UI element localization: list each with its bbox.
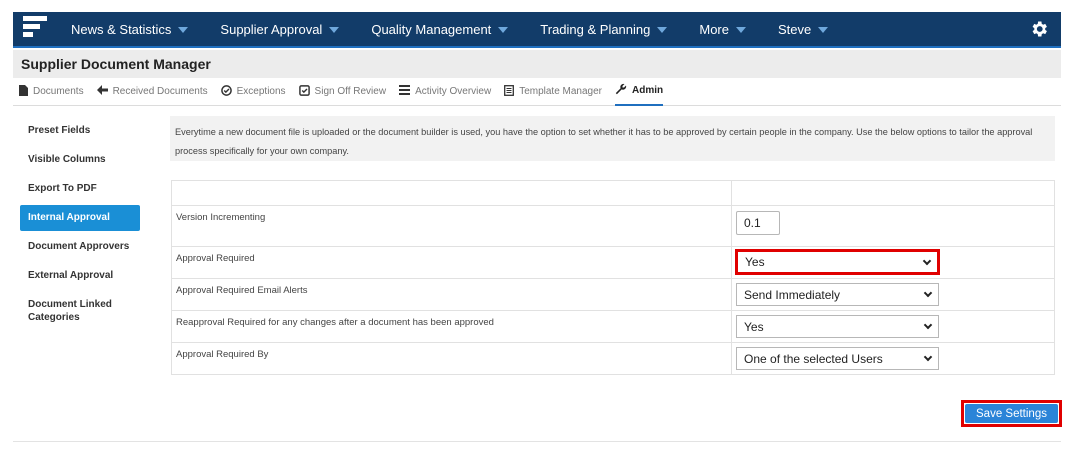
chevron-down-icon — [922, 256, 932, 266]
caret-down-icon — [329, 27, 340, 33]
chevron-down-icon — [923, 288, 933, 298]
sidebar-item-document-approvers[interactable]: Document Approvers — [20, 234, 140, 260]
arrow-left-icon — [96, 85, 108, 98]
version-incrementing-input[interactable]: 0.1 — [736, 211, 780, 235]
page-header: Supplier Document Manager — [13, 50, 1061, 78]
nav-more[interactable]: More — [699, 22, 746, 37]
tab-exceptions[interactable]: Exceptions — [220, 78, 286, 106]
top-navbar: News & Statistics Supplier Approval Qual… — [13, 12, 1061, 48]
table-row: Reapproval Required for any changes afte… — [172, 310, 1054, 342]
nav-user-menu[interactable]: Steve — [778, 22, 829, 37]
sidebar-item-preset-fields[interactable]: Preset Fields — [20, 118, 140, 144]
email-alerts-label: Approval Required Email Alerts — [176, 285, 308, 296]
tab-activity-overview[interactable]: Activity Overview — [399, 78, 491, 106]
caret-down-icon — [178, 27, 189, 33]
approval-required-label: Approval Required — [176, 253, 255, 264]
table-row: Approval Required By One of the selected… — [172, 342, 1054, 374]
save-settings-button[interactable]: Save Settings — [965, 404, 1058, 423]
sidebar-item-export-to-pdf[interactable]: Export To PDF — [20, 176, 140, 202]
caret-down-icon — [818, 27, 829, 33]
tab-received-documents[interactable]: Received Documents — [96, 78, 208, 106]
info-description: Everytime a new document file is uploade… — [170, 116, 1055, 161]
sidebar-item-external-approval[interactable]: External Approval — [20, 263, 140, 289]
tab-template-manager[interactable]: Template Manager — [504, 78, 602, 106]
email-alerts-select[interactable]: Send Immediately — [736, 283, 939, 306]
approval-required-by-select[interactable]: One of the selected Users — [736, 347, 939, 370]
sidebar-item-internal-approval[interactable]: Internal Approval — [20, 205, 140, 231]
template-icon — [504, 84, 515, 99]
page-title: Supplier Document Manager — [21, 56, 211, 72]
caret-down-icon — [736, 27, 746, 33]
chevron-down-icon — [923, 352, 933, 362]
gear-icon[interactable] — [1029, 19, 1049, 39]
nav-news-statistics[interactable]: News & Statistics — [71, 22, 189, 37]
version-incrementing-label: Version Incrementing — [176, 212, 266, 223]
table-row: Version Incrementing 0.1 — [172, 205, 1054, 246]
save-button-highlight: Save Settings — [961, 400, 1062, 427]
caret-down-icon — [657, 27, 668, 33]
footer-divider — [13, 441, 1061, 442]
admin-sidebar: Preset Fields Visible Columns Export To … — [20, 118, 140, 333]
logo-icon[interactable] — [23, 16, 47, 42]
nav-supplier-approval[interactable]: Supplier Approval — [220, 22, 340, 37]
check-circle-icon — [220, 84, 232, 99]
approval-required-select[interactable]: Yes — [735, 249, 940, 275]
tab-sign-off-review[interactable]: Sign Off Review — [298, 78, 386, 106]
tab-documents[interactable]: Documents — [19, 78, 84, 106]
table-row: Approval Required Email Alerts Send Imme… — [172, 278, 1054, 310]
nav-trading-planning[interactable]: Trading & Planning — [540, 22, 668, 37]
table-header-row — [172, 181, 1054, 205]
reapproval-label: Reapproval Required for any changes afte… — [176, 317, 494, 328]
list-icon — [399, 85, 411, 98]
reapproval-select[interactable]: Yes — [736, 315, 939, 338]
approval-required-by-label: Approval Required By — [176, 349, 269, 360]
settings-table: Version Incrementing 0.1 Approval Requir… — [171, 180, 1055, 375]
file-icon — [19, 84, 28, 99]
table-row: Approval Required Yes — [172, 246, 1054, 278]
sidebar-item-visible-columns[interactable]: Visible Columns — [20, 147, 140, 173]
check-square-icon — [298, 84, 310, 99]
nav-quality-management[interactable]: Quality Management — [371, 22, 509, 37]
sidebar-item-document-linked-categories[interactable]: Document Linked Categories — [20, 292, 140, 330]
caret-down-icon — [498, 27, 509, 33]
tab-bar: Documents Received Documents Exceptions … — [13, 78, 1061, 106]
tab-admin[interactable]: Admin — [615, 78, 664, 106]
chevron-down-icon — [923, 320, 933, 330]
wrench-icon — [615, 83, 627, 98]
